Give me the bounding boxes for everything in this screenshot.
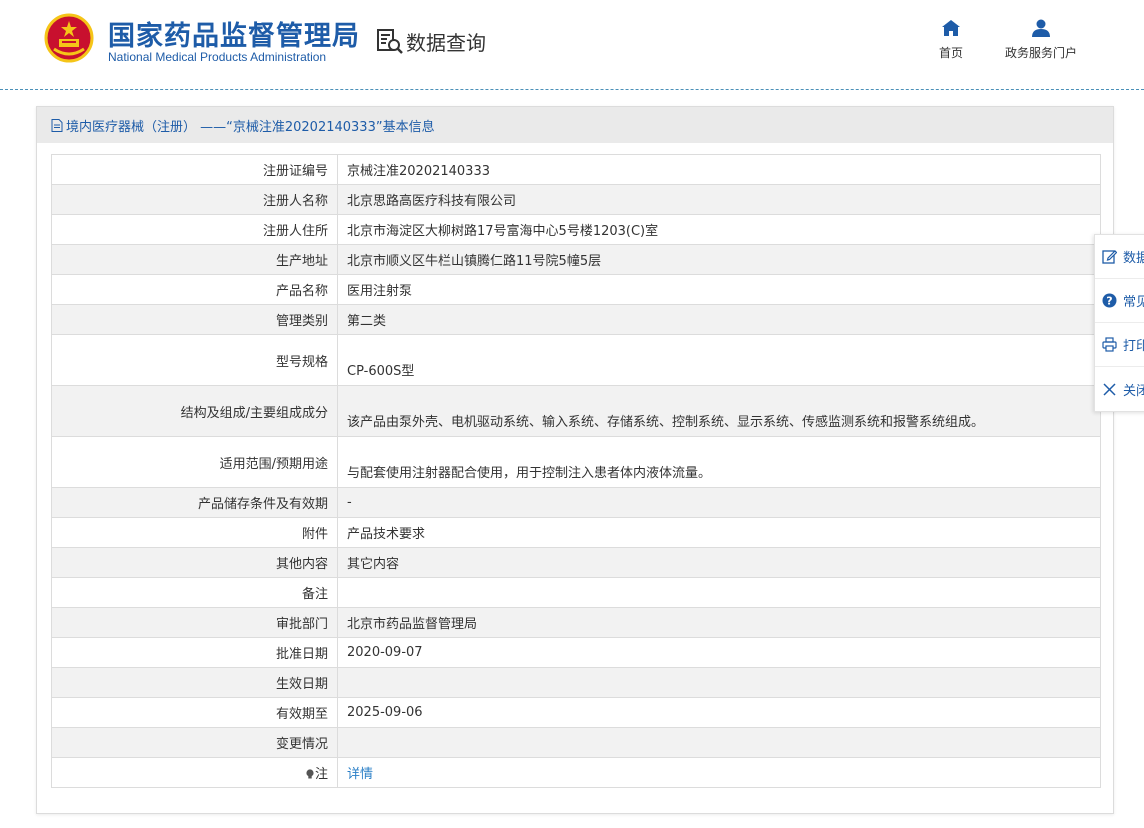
table-row: 结构及组成/主要组成成分 该产品由泵外壳、电机驱动系统、输入系统、存储系统、控制… (51, 385, 1101, 437)
note-value-cell: 详情 (337, 757, 1101, 788)
table-row: 注册人名称 北京思路高医疗科技有限公司 (51, 184, 1101, 215)
float-close-label: 关闭 (1123, 383, 1144, 399)
field-label: 备注 (51, 577, 338, 608)
nav-service-portal[interactable]: 政务服务门户 (998, 18, 1084, 61)
panel-title-bar: 境内医疗器械（注册） ——“京械注准20202140333”基本信息 (37, 107, 1113, 143)
brand-title-cn: 国家药品监督管理局 (108, 21, 360, 52)
float-print-label: 打印 (1123, 339, 1144, 354)
float-data-button[interactable]: 数据 (1095, 235, 1144, 279)
field-label: 产品名称 (51, 274, 338, 305)
field-label: 注册人住所 (51, 214, 338, 245)
field-value: 医用注射泵 (337, 274, 1101, 305)
float-data-label: 数据 (1123, 251, 1144, 266)
close-icon (1103, 382, 1116, 396)
nav-home[interactable]: 首页 (932, 18, 970, 61)
field-label: 注 (314, 767, 328, 782)
print-icon (1102, 337, 1117, 352)
field-label: 产品储存条件及有效期 (51, 487, 338, 518)
field-label: 注册证编号 (51, 154, 338, 185)
document-icon (51, 118, 63, 132)
field-label: 生效日期 (51, 667, 338, 698)
data-query-link[interactable]: 数据查询 (376, 26, 486, 56)
field-value: 其它内容 (337, 547, 1101, 578)
data-query-icon (377, 29, 403, 54)
home-icon (942, 20, 960, 36)
field-label: 型号规格 (51, 334, 338, 386)
data-query-label: 数据查询 (406, 30, 486, 55)
device-info-panel: 境内医疗器械（注册） ——“京械注准20202140333”基本信息 注册证编号… (36, 106, 1114, 814)
table-row: 适用范围/预期用途 与配套使用注射器配合使用，用于控制注入患者体内液体流量。 (51, 436, 1101, 488)
table-row: 有效期至 2025-09-06 (51, 697, 1101, 728)
field-value: 2025-09-06 (337, 697, 1101, 728)
edit-icon (1102, 250, 1117, 264)
field-label: 适用范围/预期用途 (51, 436, 338, 488)
note-label-cell: 注 (51, 757, 338, 788)
table-row: 注 详情 (51, 757, 1101, 788)
field-value: 北京市药品监督管理局 (337, 607, 1101, 638)
info-table: 注册证编号 京械注准20202140333 注册人名称 北京思路高医疗科技有限公… (51, 154, 1101, 788)
field-label: 生产地址 (51, 244, 338, 275)
field-value: 第二类 (337, 304, 1101, 335)
floating-toolbar: 数据 ? 常见 打印 关闭 (1094, 234, 1144, 412)
field-value: 2020-09-07 (337, 637, 1101, 668)
field-value (337, 727, 1101, 758)
lightbulb-icon (306, 769, 314, 779)
table-row: 批准日期 2020-09-07 (51, 637, 1101, 668)
panel-title: 境内医疗器械（注册） ——“京械注准20202140333”基本信息 (66, 119, 435, 135)
nav-home-label: 首页 (938, 46, 963, 60)
details-link[interactable]: 详情 (347, 767, 373, 782)
table-row: 注册人住所 北京市海淀区大柳树路17号富海中心5号楼1203(C)室 (51, 214, 1101, 245)
field-label: 管理类别 (51, 304, 338, 335)
brand-title-en: National Medical Products Administration (108, 50, 327, 64)
field-value (337, 577, 1101, 608)
field-label: 变更情况 (51, 727, 338, 758)
field-label: 批准日期 (51, 637, 338, 668)
field-label: 有效期至 (51, 697, 338, 728)
table-row: 型号规格 CP-600S型 (51, 334, 1101, 386)
table-row: 生效日期 (51, 667, 1101, 698)
field-label: 附件 (51, 517, 338, 548)
field-value: 产品技术要求 (337, 517, 1101, 548)
svg-text:?: ? (1106, 295, 1112, 308)
field-value: 与配套使用注射器配合使用，用于控制注入患者体内液体流量。 (337, 436, 1101, 488)
field-value: 北京市海淀区大柳树路17号富海中心5号楼1203(C)室 (337, 214, 1101, 245)
table-row: 其他内容 其它内容 (51, 547, 1101, 578)
field-label: 审批部门 (51, 607, 338, 638)
nav-service-portal-label: 政务服务门户 (1004, 46, 1077, 60)
field-value: 该产品由泵外壳、电机驱动系统、输入系统、存储系统、控制系统、显示系统、传感监测系… (337, 385, 1101, 437)
field-label: 结构及组成/主要组成成分 (51, 385, 338, 437)
field-value: - (337, 487, 1101, 518)
header-divider (0, 89, 1144, 90)
table-row: 生产地址 北京市顺义区牛栏山镇腾仁路11号院5幢5层 (51, 244, 1101, 275)
site-header: 国家药品监督管理局 National Medical Products Admi… (0, 0, 1144, 90)
field-label: 其他内容 (51, 547, 338, 578)
table-row: 产品储存条件及有效期 - (51, 487, 1101, 518)
table-row: 备注 (51, 577, 1101, 608)
table-row: 审批部门 北京市药品监督管理局 (51, 607, 1101, 638)
table-row: 附件 产品技术要求 (51, 517, 1101, 548)
field-value: CP-600S型 (337, 334, 1101, 386)
help-icon: ? (1102, 293, 1117, 308)
float-print-button[interactable]: 打印 (1095, 323, 1144, 367)
field-label: 注册人名称 (51, 184, 338, 215)
field-value: 北京市顺义区牛栏山镇腾仁路11号院5幢5层 (337, 244, 1101, 275)
national-emblem-icon (44, 13, 94, 63)
table-row: 管理类别 第二类 (51, 304, 1101, 335)
float-faq-button[interactable]: ? 常见 (1095, 279, 1144, 323)
table-row: 注册证编号 京械注准20202140333 (51, 154, 1101, 185)
field-value: 京械注准20202140333 (337, 154, 1101, 185)
table-row: 变更情况 (51, 727, 1101, 758)
table-row: 产品名称 医用注射泵 (51, 274, 1101, 305)
user-icon (1032, 19, 1050, 37)
float-faq-label: 常见 (1123, 295, 1144, 310)
field-value (337, 667, 1101, 698)
field-value: 北京思路高医疗科技有限公司 (337, 184, 1101, 215)
float-close-button[interactable]: 关闭 (1095, 367, 1144, 411)
